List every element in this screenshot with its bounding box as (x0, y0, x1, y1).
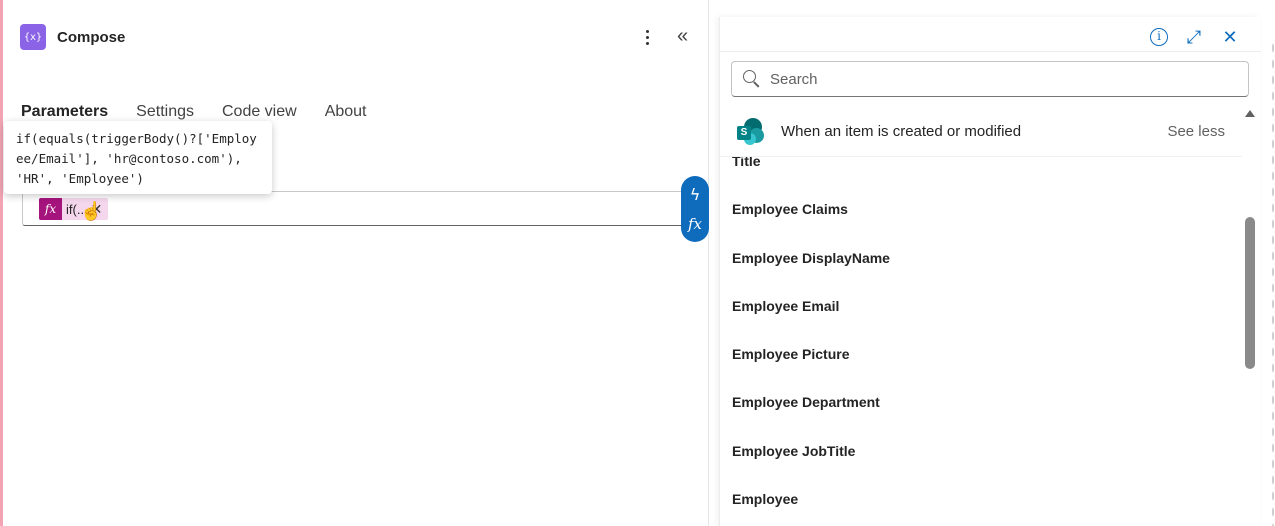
list-item[interactable]: Employee Claims (732, 201, 848, 217)
panel-actions: i ⤢ ✕ (1150, 27, 1240, 47)
search-input[interactable] (770, 70, 1210, 88)
fx-icon[interactable]: fx (688, 215, 702, 233)
trigger-group-header: S When an item is created or modified Se… (720, 107, 1242, 157)
token-picker-toolbar: ϟ fx (681, 176, 709, 242)
fx-icon: fx (39, 198, 62, 220)
expand-icon[interactable]: ⤢ (1184, 27, 1204, 47)
list-item[interactable]: Employee Email (732, 298, 839, 314)
more-dot-icon (645, 35, 649, 39)
tab-settings[interactable]: Settings (136, 103, 194, 121)
list-item[interactable]: Employee Department (732, 394, 880, 410)
list-scrollbar[interactable] (1245, 110, 1255, 526)
panel-tabs: Parameters Settings Code view About (21, 103, 367, 121)
tab-parameters[interactable]: Parameters (21, 103, 108, 121)
lightning-icon[interactable]: ϟ (690, 185, 701, 204)
list-item[interactable]: Employee DisplayName (732, 250, 890, 266)
info-icon[interactable]: i (1150, 28, 1168, 46)
expression-tooltip: if(equals(triggerBody()?['Employee/Email… (4, 121, 272, 194)
action-details-panel: {x} Compose « Parameters Settings Code v… (3, 0, 709, 526)
canvas-dots (1271, 40, 1275, 526)
collapse-panel-icon[interactable]: « (677, 25, 697, 49)
list-item[interactable]: Employee JobTitle (732, 443, 855, 459)
hand-cursor-icon: ☝ (80, 201, 103, 221)
dynamic-content-list: Title Employee Claims Employee DisplayNa… (720, 157, 1242, 526)
scroll-thumb[interactable] (1245, 217, 1255, 369)
close-icon[interactable]: ✕ (1220, 27, 1240, 47)
list-item[interactable]: Employee (732, 491, 798, 507)
scroll-up-icon[interactable] (1245, 110, 1255, 117)
action-title[interactable]: Compose (57, 29, 125, 46)
designer-root: {x} Compose « Parameters Settings Code v… (0, 0, 1275, 526)
sharepoint-icon: S (737, 117, 765, 146)
more-dot-icon (645, 29, 649, 33)
search-icon (742, 69, 762, 89)
compose-action-icon: {x} (20, 24, 46, 50)
group-title: When an item is created or modified (781, 123, 1022, 140)
divider (720, 51, 1261, 52)
see-less-button[interactable]: See less (1167, 123, 1225, 140)
list-item[interactable]: Title (732, 157, 761, 169)
tab-code-view[interactable]: Code view (222, 103, 297, 121)
search-box[interactable] (731, 61, 1249, 97)
dynamic-content-panel: i ⤢ ✕ S When an item is created or modif… (719, 17, 1261, 526)
tab-about[interactable]: About (325, 103, 367, 121)
more-dot-icon (645, 41, 649, 45)
more-options-button[interactable] (637, 26, 657, 48)
inputs-field[interactable]: fx if(... ✕ (22, 191, 694, 226)
list-item[interactable]: Employee Picture (732, 346, 850, 362)
panel-header: {x} Compose (20, 24, 125, 50)
